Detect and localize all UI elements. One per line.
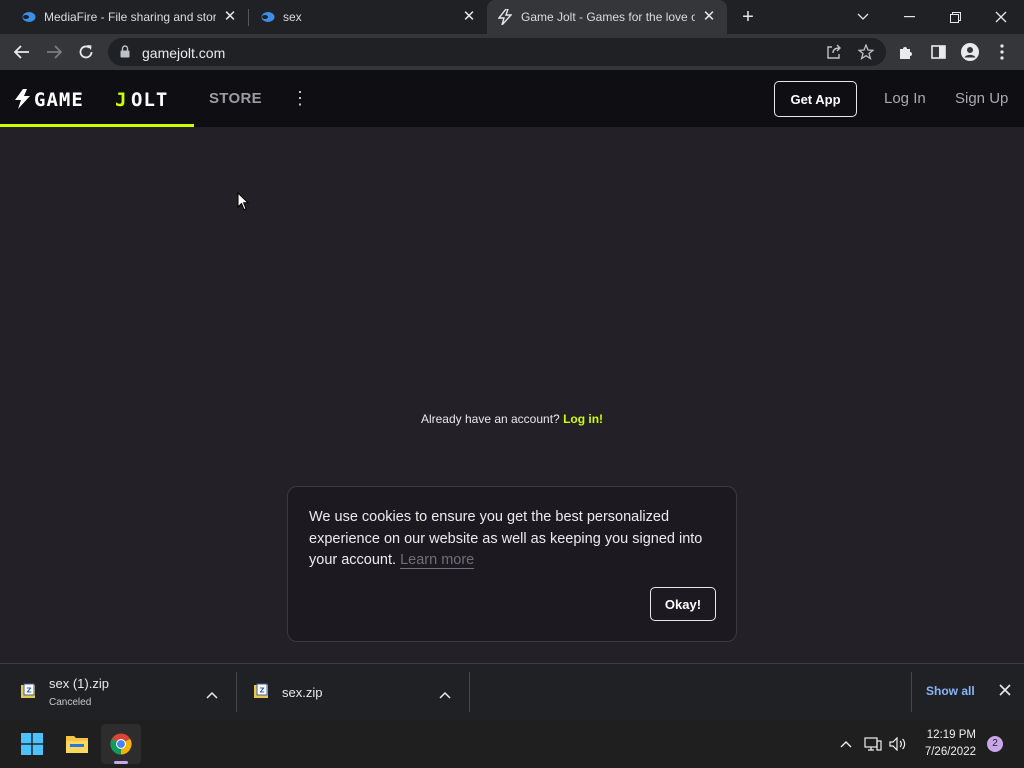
svg-text:OLT: OLT <box>131 89 168 109</box>
chrome-icon <box>110 733 132 755</box>
back-button[interactable] <box>12 42 32 62</box>
show-all-downloads-button[interactable]: Show all <box>926 684 975 698</box>
volume-icon[interactable] <box>889 735 907 753</box>
chevron-down-icon <box>857 13 869 20</box>
windows-start-icon[interactable] <box>21 733 43 755</box>
chevron-up-icon[interactable] <box>837 735 855 753</box>
arrow-right-icon <box>47 45 62 59</box>
close-shelf-icon[interactable] <box>999 683 1011 701</box>
notification-badge[interactable]: 2 <box>987 736 1003 752</box>
reload-icon <box>79 45 93 59</box>
active-nav-indicator <box>0 124 194 127</box>
clock-time[interactable]: 12:19 PM <box>920 729 976 741</box>
new-tab-button[interactable]: + <box>738 7 758 27</box>
zip-file-icon: Z <box>253 683 269 699</box>
tab-mediafire[interactable]: MediaFire - File sharing and stora ✕ <box>0 0 248 34</box>
mouse-cursor-icon <box>237 191 250 211</box>
download-filename: sex.zip <box>282 685 323 700</box>
extensions-puzzle-icon[interactable] <box>896 42 916 62</box>
gamejolt-logo[interactable]: GAME J OLT <box>14 89 180 111</box>
tab-title: sex <box>283 10 302 24</box>
clock-date[interactable]: 7/26/2022 <box>916 746 976 758</box>
reload-button[interactable] <box>76 42 96 62</box>
close-tab-icon[interactable]: ✕ <box>222 9 238 25</box>
close-tab-icon[interactable]: ✕ <box>701 9 717 25</box>
svg-text:J: J <box>115 89 127 109</box>
arrow-left-icon <box>14 45 29 59</box>
download-divider <box>469 672 470 712</box>
gamejolt-bolt-icon <box>497 9 513 25</box>
minimize-button[interactable] <box>886 0 932 34</box>
active-app-indicator <box>114 761 128 764</box>
more-menu-icon[interactable]: ⋮ <box>291 88 309 108</box>
lock-icon[interactable] <box>120 45 130 59</box>
tab-sex[interactable]: sex ✕ <box>239 0 487 34</box>
svg-text:Z: Z <box>27 687 32 695</box>
download-filename: sex (1).zip <box>49 676 109 691</box>
login-prompt-link[interactable]: Log in! <box>563 412 603 426</box>
sign-up-link[interactable]: Sign Up <box>955 90 1008 107</box>
log-in-link[interactable]: Log In <box>884 90 926 107</box>
zip-file-icon: Z <box>20 683 36 699</box>
svg-text:GAME: GAME <box>34 89 84 109</box>
svg-text:Z: Z <box>260 687 265 695</box>
learn-more-link[interactable]: Learn more <box>400 552 475 569</box>
cookie-message: We use cookies to ensure you get the bes… <box>309 507 709 572</box>
bookmark-star-icon[interactable] <box>856 42 876 62</box>
forward-button[interactable] <box>44 42 64 62</box>
login-prompt-text: Already have an account? <box>420 412 560 426</box>
more-vert-icon[interactable] <box>992 42 1012 62</box>
tab-search-button[interactable] <box>840 0 886 34</box>
chevron-up-icon[interactable] <box>206 686 218 704</box>
chevron-up-icon[interactable] <box>439 686 451 704</box>
profile-avatar-icon[interactable] <box>960 42 980 62</box>
restore-button[interactable] <box>932 0 978 34</box>
file-explorer-icon[interactable] <box>65 733 89 755</box>
mediafire-icon <box>259 9 275 25</box>
close-tab-icon[interactable]: ✕ <box>461 9 477 25</box>
cookie-okay-button[interactable]: Okay! <box>650 587 716 621</box>
url-text[interactable]: gamejolt.com <box>142 45 225 61</box>
cookie-banner: We use cookies to ensure you get the bes… <box>287 486 737 642</box>
mediafire-icon <box>20 9 36 25</box>
download-status: Canceled <box>49 697 92 708</box>
download-divider <box>911 672 912 712</box>
cookie-text: We use cookies to ensure you get the bes… <box>309 509 703 568</box>
tab-title: Game Jolt - Games for the love o <box>521 10 695 24</box>
tab-gamejolt[interactable]: Game Jolt - Games for the love o ✕ <box>487 0 727 34</box>
tab-title: MediaFire - File sharing and stora <box>44 10 216 24</box>
network-icon[interactable] <box>864 735 882 753</box>
nav-store[interactable]: STORE <box>209 90 262 107</box>
side-panel-icon[interactable] <box>928 42 948 62</box>
share-icon[interactable] <box>824 42 844 62</box>
close-window-button[interactable] <box>978 0 1024 34</box>
download-item[interactable] <box>237 664 469 720</box>
login-prompt: Already have an account? Log in! <box>0 412 1024 426</box>
get-app-button[interactable]: Get App <box>774 81 857 117</box>
